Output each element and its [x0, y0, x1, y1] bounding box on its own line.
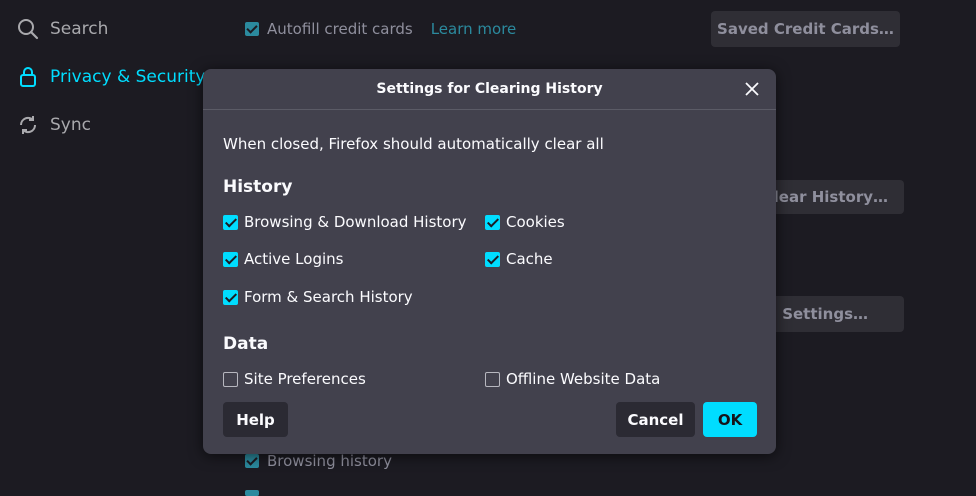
checkbox-box: [223, 251, 238, 267]
browsing-history-checkbox[interactable]: Browsing history: [245, 452, 392, 470]
checkbox-label: Browsing & Download History: [244, 213, 467, 231]
checkbox-box: [485, 371, 500, 387]
checkbox-label: Cache: [506, 250, 553, 268]
checkbox-box: [245, 22, 259, 36]
site-preferences-checkbox[interactable]: Site Preferences: [223, 370, 366, 388]
autofill-credit-cards-checkbox[interactable]: Autofill credit cards Learn more: [245, 20, 516, 38]
checkbox-label: Autofill credit cards: [267, 20, 413, 38]
checkbox-label: Offline Website Data: [506, 370, 661, 388]
sidebar-item-label: Privacy & Security: [50, 67, 206, 87]
learn-more-link[interactable]: Learn more: [431, 20, 517, 38]
checkbox-box: [223, 214, 238, 230]
checkbox-box: [485, 214, 500, 230]
ok-button[interactable]: OK: [703, 402, 757, 437]
partial-checkbox: [245, 490, 259, 496]
sidebar-item-search[interactable]: Search: [16, 17, 108, 41]
clear-history-settings-dialog: Settings for Clearing History When close…: [203, 69, 776, 454]
history-settings-button[interactable]: Settings…: [760, 296, 904, 332]
sidebar-item-privacy[interactable]: Privacy & Security: [16, 65, 205, 89]
sidebar-item-label: Search: [50, 19, 109, 39]
form-search-history-checkbox[interactable]: Form & Search History: [223, 288, 413, 306]
search-icon: [18, 19, 39, 40]
offline-website-data-checkbox[interactable]: Offline Website Data: [485, 370, 660, 388]
checkbox-label: Cookies: [506, 213, 565, 231]
cancel-button[interactable]: Cancel: [616, 402, 695, 437]
checkbox-label: Site Preferences: [244, 370, 366, 388]
checkbox-label: Active Logins: [244, 250, 344, 268]
checkbox-box: [223, 371, 238, 387]
dialog-header: Settings for Clearing History: [203, 69, 776, 110]
dialog-title: Settings for Clearing History: [376, 81, 603, 97]
history-section-title: History: [223, 177, 293, 197]
checkbox-label: Browsing history: [267, 452, 392, 470]
checkbox-label: Form & Search History: [244, 288, 413, 306]
sidebar-item-sync[interactable]: Sync: [16, 113, 91, 137]
browsing-download-history-checkbox[interactable]: Browsing & Download History: [223, 213, 467, 231]
sidebar-item-label: Sync: [50, 115, 91, 135]
cache-checkbox[interactable]: Cache: [485, 250, 553, 268]
active-logins-checkbox[interactable]: Active Logins: [223, 250, 343, 268]
help-button[interactable]: Help: [223, 402, 288, 437]
saved-credit-cards-button[interactable]: Saved Credit Cards…: [711, 11, 900, 47]
checkbox-box: [245, 454, 259, 468]
cookies-checkbox[interactable]: Cookies: [485, 213, 565, 231]
checkbox-box: [223, 289, 238, 305]
close-icon[interactable]: [742, 79, 762, 99]
checkbox-box: [485, 251, 500, 267]
dialog-intro-text: When closed, Firefox should automaticall…: [223, 135, 604, 153]
clear-history-button[interactable]: Clear History…: [760, 180, 904, 214]
data-section-title: Data: [223, 334, 269, 354]
sync-icon: [19, 116, 37, 134]
lock-icon: [20, 67, 36, 87]
